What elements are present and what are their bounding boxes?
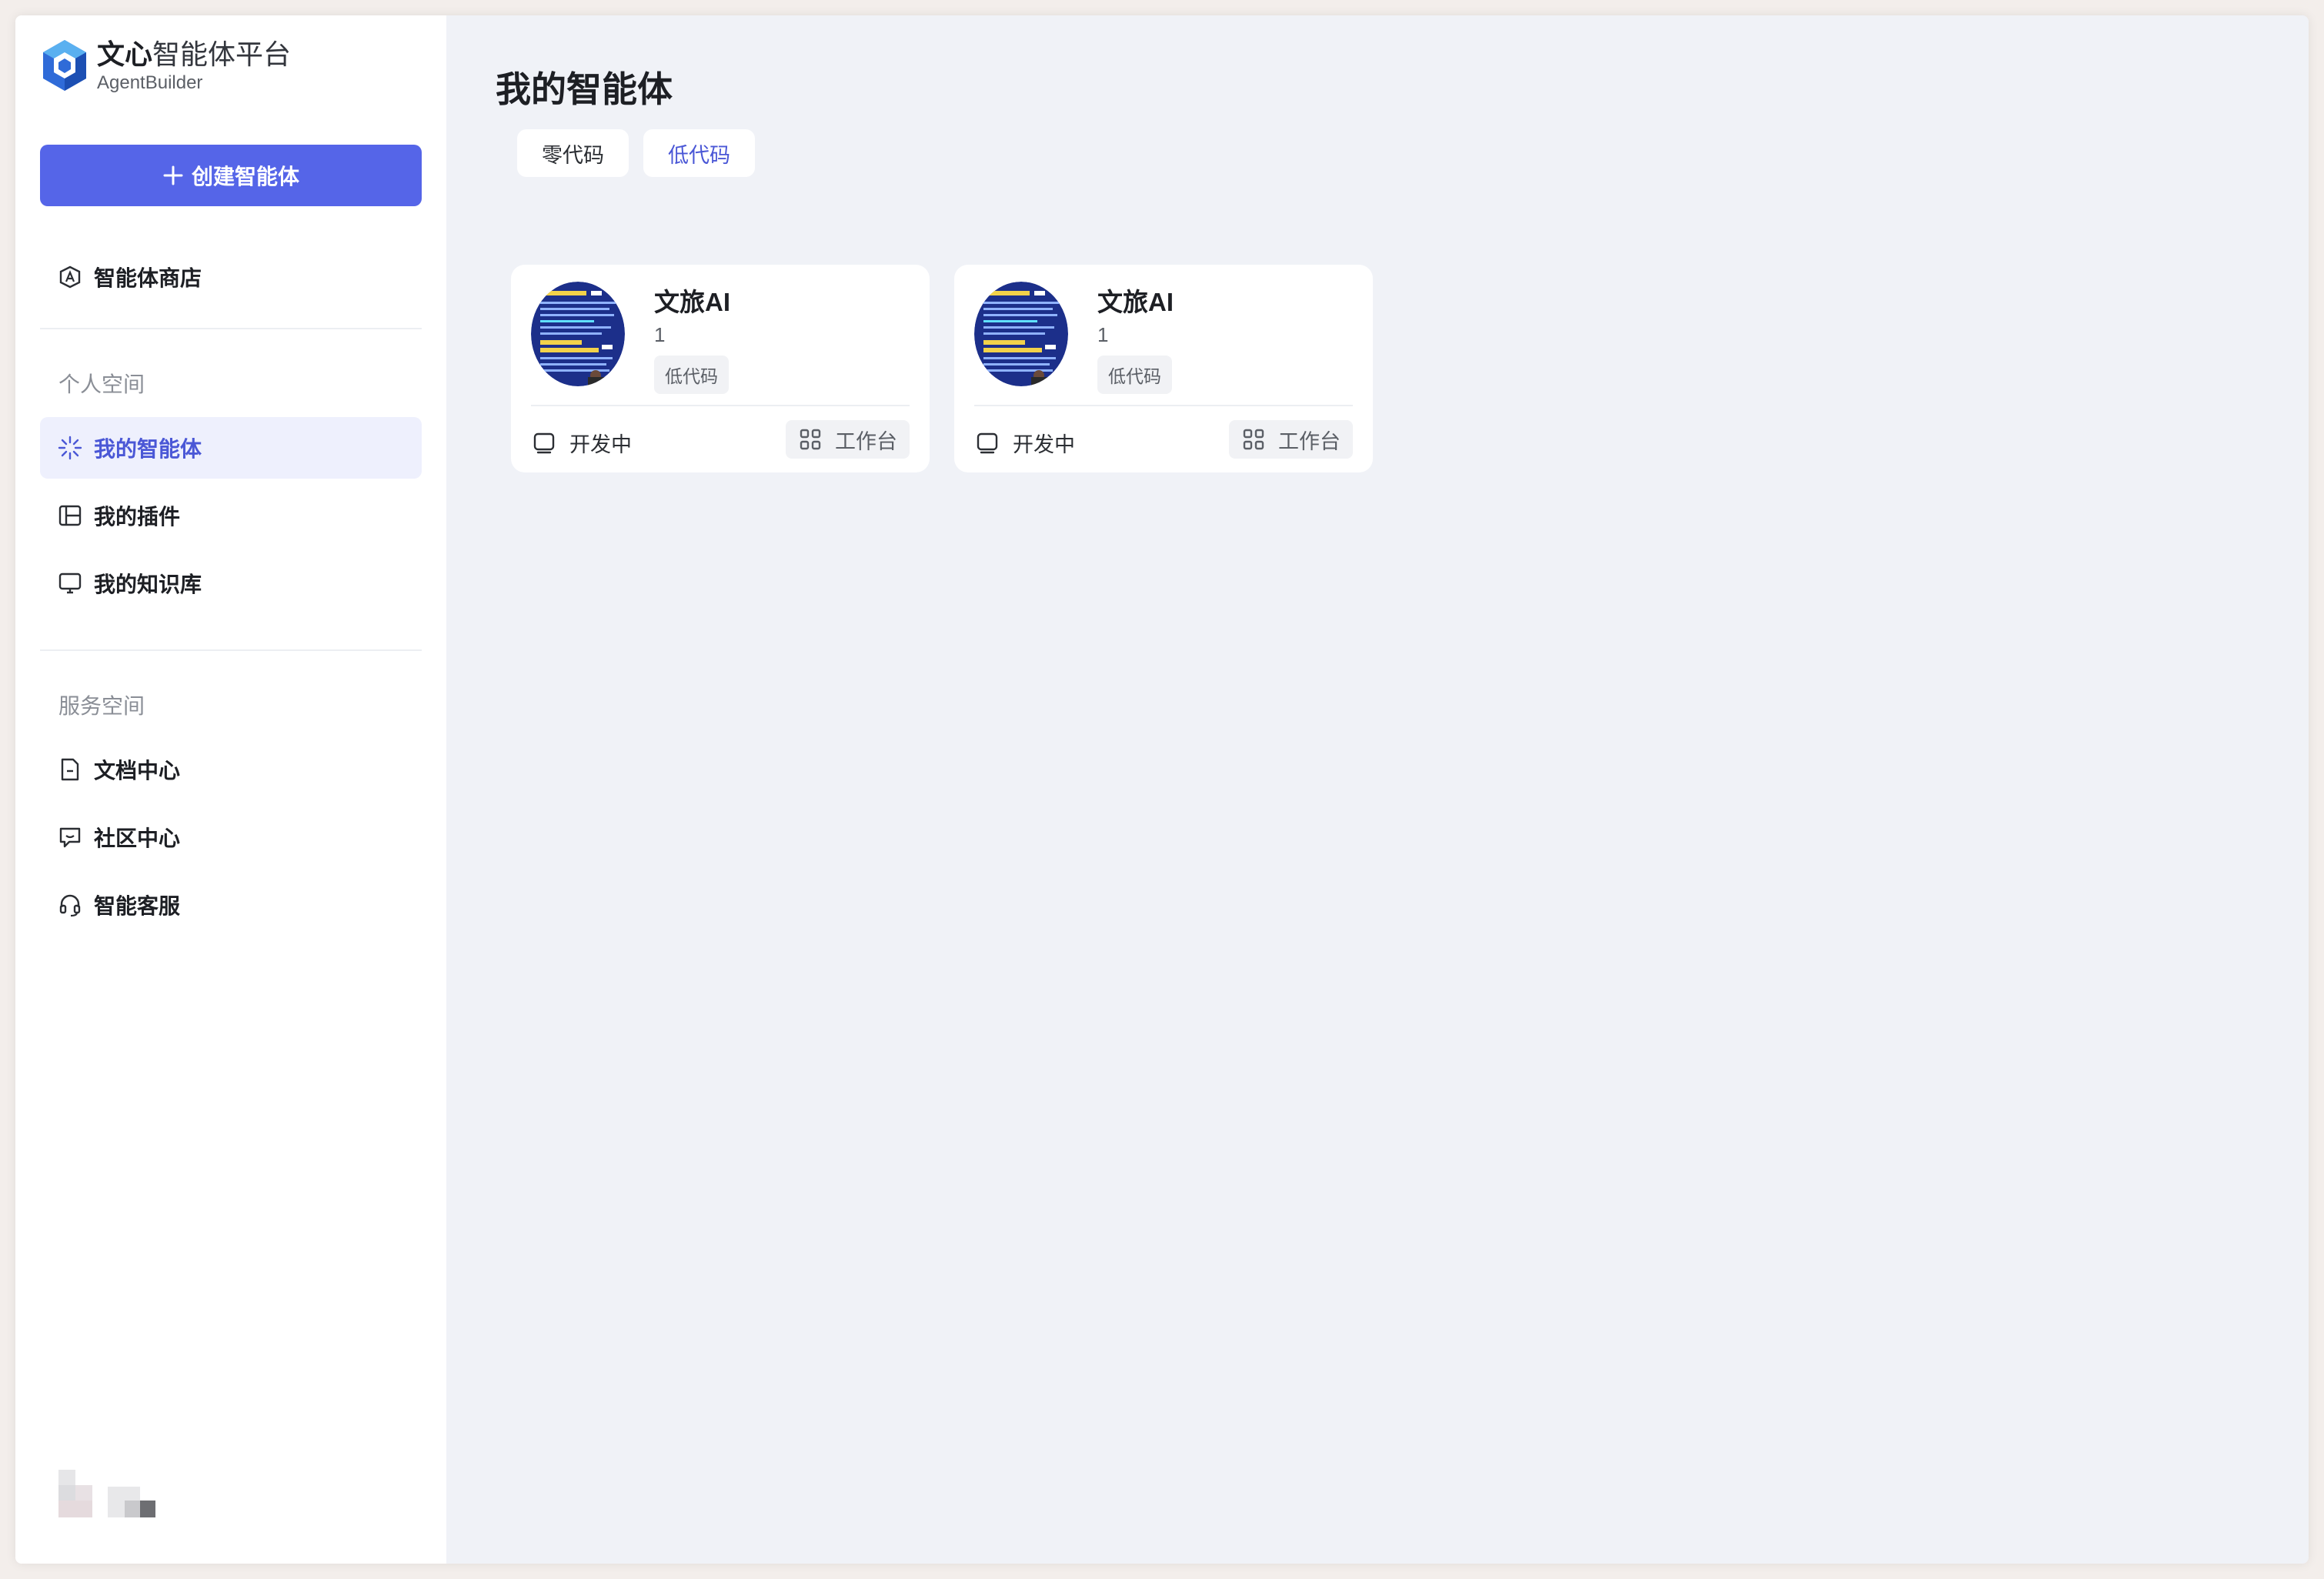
agent-description: 1 bbox=[654, 323, 666, 346]
plugin-icon bbox=[57, 502, 83, 529]
tab-low-code[interactable]: 低代码 bbox=[643, 129, 755, 177]
create-agent-button[interactable]: 创建智能体 bbox=[40, 145, 422, 206]
sparkle-icon bbox=[57, 435, 83, 461]
section-personal: 个人空间 bbox=[58, 372, 145, 396]
grid-icon bbox=[1241, 427, 1266, 452]
sidebar: 文心智能体平台 AgentBuilder 创建智能体 智能体商店 个人空间 我的… bbox=[15, 15, 446, 1564]
agent-status: 开发中 bbox=[531, 428, 632, 458]
nav-agent-store[interactable]: 智能体商店 bbox=[40, 246, 422, 308]
agent-card[interactable]: 文旅AI 1 低代码 开发中 工作台 bbox=[511, 265, 930, 472]
nav-my-knowledge-label: 我的知识库 bbox=[94, 573, 202, 596]
tab-zero-code[interactable]: 零代码 bbox=[517, 129, 629, 177]
nav-community[interactable]: 社区中心 bbox=[40, 806, 422, 868]
brand-subtitle: AgentBuilder bbox=[97, 72, 203, 93]
nav-support[interactable]: 智能客服 bbox=[40, 874, 422, 936]
divider bbox=[40, 649, 422, 651]
nav-my-agents-label: 我的智能体 bbox=[94, 437, 202, 461]
nav-my-agents[interactable]: 我的智能体 bbox=[40, 417, 422, 479]
agent-card[interactable]: 文旅AI 1 低代码 开发中 工作台 bbox=[954, 265, 1373, 472]
nav-agent-store-label: 智能体商店 bbox=[94, 266, 202, 290]
device-icon bbox=[974, 430, 1000, 456]
agent-name: 文旅AI bbox=[654, 288, 730, 316]
nav-support-label: 智能客服 bbox=[94, 894, 181, 918]
agent-status: 开发中 bbox=[974, 428, 1075, 458]
divider bbox=[40, 328, 422, 329]
agent-type-badge: 低代码 bbox=[654, 356, 729, 394]
section-service: 服务空间 bbox=[58, 694, 145, 718]
chat-icon bbox=[57, 824, 83, 850]
page-title: 我的智能体 bbox=[496, 69, 673, 109]
device-icon bbox=[531, 430, 557, 456]
nav-my-plugins-label: 我的插件 bbox=[94, 505, 181, 529]
nav-my-plugins[interactable]: 我的插件 bbox=[40, 485, 422, 546]
brand-title: 文心智能体平台 bbox=[97, 38, 292, 70]
document-icon bbox=[57, 756, 83, 783]
agent-status-label: 开发中 bbox=[569, 433, 632, 456]
nav-docs-label: 文档中心 bbox=[94, 759, 181, 783]
agent-thumbnail bbox=[531, 282, 625, 386]
workbench-label: 工作台 bbox=[835, 429, 897, 453]
workbench-button[interactable]: 工作台 bbox=[786, 420, 910, 459]
agent-type-badge: 低代码 bbox=[1097, 356, 1172, 394]
agent-status-label: 开发中 bbox=[1013, 433, 1075, 456]
nav-docs[interactable]: 文档中心 bbox=[40, 739, 422, 800]
agent-description: 1 bbox=[1097, 323, 1109, 346]
store-icon bbox=[57, 264, 83, 290]
nav-my-knowledge[interactable]: 我的知识库 bbox=[40, 552, 422, 614]
main-content: 我的智能体 零代码 低代码 文旅AI 1 低代码 开发中 工作台 文旅AI 1 … bbox=[446, 15, 2309, 1564]
monitor-icon bbox=[57, 570, 83, 596]
nav-community-label: 社区中心 bbox=[94, 826, 181, 850]
app-window: 文心智能体平台 AgentBuilder 创建智能体 智能体商店 个人空间 我的… bbox=[15, 15, 2309, 1564]
card-divider bbox=[531, 405, 910, 406]
user-avatar[interactable] bbox=[58, 1470, 174, 1524]
agent-thumbnail bbox=[974, 282, 1068, 386]
headset-icon bbox=[57, 892, 83, 918]
card-divider bbox=[974, 405, 1353, 406]
grid-icon bbox=[798, 427, 823, 452]
brand[interactable]: 文心智能体平台 AgentBuilder bbox=[40, 38, 291, 94]
agent-name: 文旅AI bbox=[1097, 288, 1174, 316]
create-agent-label: 创建智能体 bbox=[191, 165, 299, 189]
workbench-label: 工作台 bbox=[1278, 429, 1341, 453]
brand-logo-icon bbox=[43, 40, 86, 91]
workbench-button[interactable]: 工作台 bbox=[1229, 420, 1353, 459]
plus-icon bbox=[162, 165, 184, 186]
